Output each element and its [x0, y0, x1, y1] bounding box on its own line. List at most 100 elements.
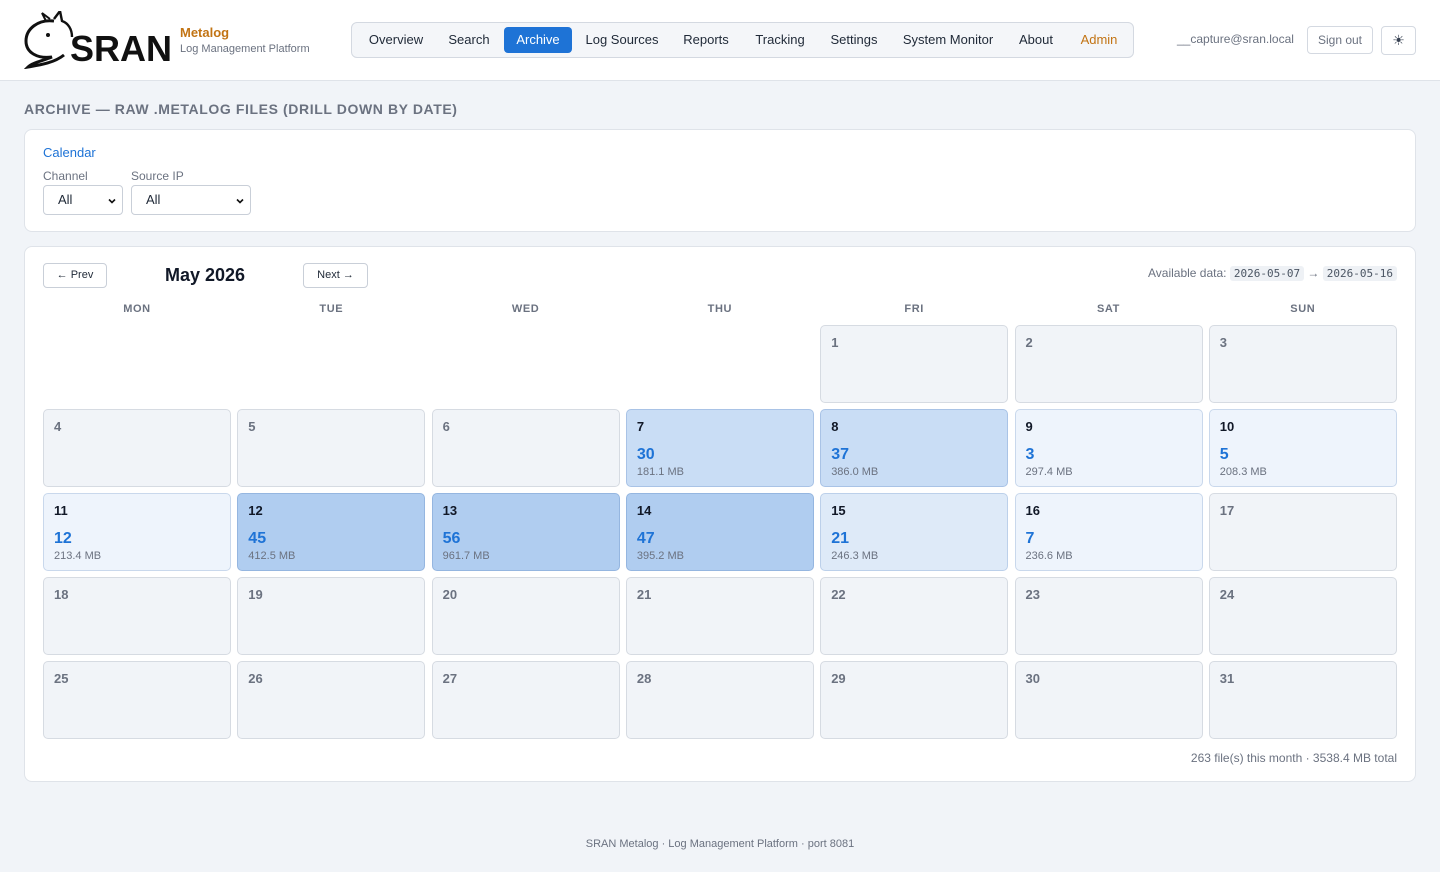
- calendar-day-27: 27: [431, 661, 620, 739]
- available-data: Available data: 2026-05-07 → 2026-05-16: [1148, 266, 1397, 281]
- available-label: Available data:: [1147, 266, 1227, 280]
- calendar-day-23: 23: [1014, 577, 1203, 655]
- day-number: 10: [1219, 419, 1235, 434]
- day-number: 22: [831, 587, 846, 602]
- nav-search[interactable]: Search: [440, 27, 498, 53]
- day-number: 15: [831, 503, 846, 518]
- calendar-day-7[interactable]: 7 30 181.1 MB: [625, 409, 814, 487]
- month-summary: 263 file(s) this month · 3538.4 MB total: [1190, 751, 1397, 765]
- available-arrow: →: [1307, 266, 1320, 280]
- day-number: 28: [636, 671, 652, 686]
- day-number: 26: [248, 671, 263, 686]
- day-number: 21: [636, 587, 652, 602]
- calendar-day-19: 19: [237, 577, 426, 655]
- sign-out-button[interactable]: Sign out: [1307, 26, 1373, 54]
- main-nav: Overview Search Archive Log Sources Repo…: [351, 22, 1134, 58]
- calendar-day-4: 4: [43, 409, 231, 487]
- day-number: 7: [636, 419, 645, 434]
- brand-subtitle: Log Management Platform: [180, 43, 310, 55]
- calendar-day-9[interactable]: 9 3 297.4 MB: [1014, 409, 1203, 487]
- day-number: 6: [442, 419, 450, 434]
- page-title: ARCHIVE — RAW .METALOG FILES (DRILL DOWN…: [24, 101, 458, 117]
- day-number: 27: [442, 671, 458, 686]
- day-number: 13: [442, 503, 458, 518]
- sran-logo[interactable]: SRAN: [24, 11, 170, 69]
- channel-select[interactable]: All: [43, 185, 123, 215]
- calendar-day-22: 22: [820, 577, 1009, 655]
- day-file-count: 30: [636, 446, 655, 463]
- calendar-day-12[interactable]: 12 45 412.5 MB: [237, 493, 426, 571]
- calendar-day-6: 6: [431, 409, 620, 487]
- day-file-count: 3: [1025, 446, 1035, 463]
- next-month-button[interactable]: Next →: [303, 263, 368, 288]
- calendar-day-17: 17: [1208, 493, 1397, 571]
- weekday-header: THU: [707, 303, 733, 315]
- weekday-header: WED: [511, 303, 540, 315]
- day-file-count: 21: [831, 530, 849, 547]
- filter-card: Calendar Channel All Source IP All: [24, 129, 1416, 232]
- day-file-size: 181.1 MB: [636, 466, 684, 478]
- theme-toggle-button[interactable]: ☀: [1381, 26, 1416, 55]
- logo-text: SRAN: [70, 28, 170, 69]
- source-ip-label: Source IP: [131, 169, 184, 183]
- nav-about[interactable]: About: [1012, 27, 1060, 53]
- nav-log-sources[interactable]: Log Sources: [579, 27, 665, 53]
- calendar-day-13[interactable]: 13 56 961.7 MB: [431, 493, 620, 571]
- calendar-day-20: 20: [431, 577, 620, 655]
- prev-month-button[interactable]: ← Prev: [43, 263, 107, 288]
- calendar-day-8[interactable]: 8 37 386.0 MB: [820, 409, 1009, 487]
- day-number: 20: [442, 587, 458, 602]
- channel-label: Channel: [43, 169, 88, 183]
- nav-tracking[interactable]: Tracking: [748, 27, 812, 53]
- day-file-size: 395.2 MB: [636, 550, 684, 562]
- day-file-size: 412.5 MB: [248, 550, 296, 562]
- calendar-day-14[interactable]: 14 47 395.2 MB: [625, 493, 814, 571]
- day-file-size: 297.4 MB: [1025, 466, 1073, 478]
- nav-settings[interactable]: Settings: [824, 27, 884, 53]
- calendar-day-15[interactable]: 15 21 246.3 MB: [820, 493, 1009, 571]
- weekday-header: SAT: [1097, 303, 1120, 315]
- calendar-day-25: 25: [43, 661, 231, 739]
- day-file-size: 386.0 MB: [831, 466, 879, 478]
- calendar-day-10[interactable]: 10 5 208.3 MB: [1208, 409, 1397, 487]
- day-number: 25: [54, 671, 69, 686]
- day-file-count: 7: [1025, 530, 1035, 547]
- day-number: 5: [248, 419, 256, 434]
- weekday-header: FRI: [904, 303, 924, 315]
- weekday-header: TUE: [319, 303, 344, 315]
- calendar-day-18: 18: [43, 577, 231, 655]
- day-file-size: 246.3 MB: [831, 550, 879, 562]
- day-file-count: 47: [636, 530, 655, 547]
- day-number: 24: [1219, 587, 1235, 602]
- source-ip-select[interactable]: All: [131, 185, 251, 215]
- calendar-day-26: 26: [237, 661, 426, 739]
- day-number: 8: [831, 419, 839, 434]
- day-file-count: 56: [442, 530, 461, 547]
- weekday-header: MON: [123, 303, 151, 315]
- day-file-count: 5: [1219, 446, 1229, 463]
- day-file-count: 12: [54, 530, 72, 547]
- nav-admin[interactable]: Admin: [1072, 27, 1126, 53]
- nav-archive[interactable]: Archive: [504, 27, 572, 53]
- day-file-size: 213.4 MB: [54, 550, 102, 562]
- calendar-card: ← Prev May 2026 Next → Available data: 2…: [24, 246, 1416, 782]
- day-number: 1: [831, 335, 839, 350]
- calendar-day-1: 1: [820, 325, 1009, 403]
- calendar-day-5: 5: [237, 409, 426, 487]
- calendar-day-16[interactable]: 16 7 236.6 MB: [1014, 493, 1203, 571]
- day-number: 12: [248, 503, 263, 518]
- page-footer: SRAN Metalog · Log Management Platform ·…: [585, 838, 855, 850]
- calendar-day-11[interactable]: 11 12 213.4 MB: [43, 493, 231, 571]
- calendar-day-21: 21: [625, 577, 814, 655]
- day-number: 29: [831, 671, 846, 686]
- day-number: 9: [1025, 419, 1033, 434]
- nav-system-monitor[interactable]: System Monitor: [898, 27, 998, 53]
- sun-icon: ☀: [1392, 32, 1405, 48]
- calendar-link[interactable]: Calendar: [43, 145, 96, 160]
- day-file-size: 961.7 MB: [442, 550, 490, 562]
- available-to: 2026-05-16: [1322, 266, 1397, 281]
- nav-overview[interactable]: Overview: [359, 27, 433, 53]
- day-number: 3: [1219, 335, 1228, 350]
- available-from: 2026-05-07: [1229, 266, 1305, 281]
- nav-reports[interactable]: Reports: [676, 27, 736, 53]
